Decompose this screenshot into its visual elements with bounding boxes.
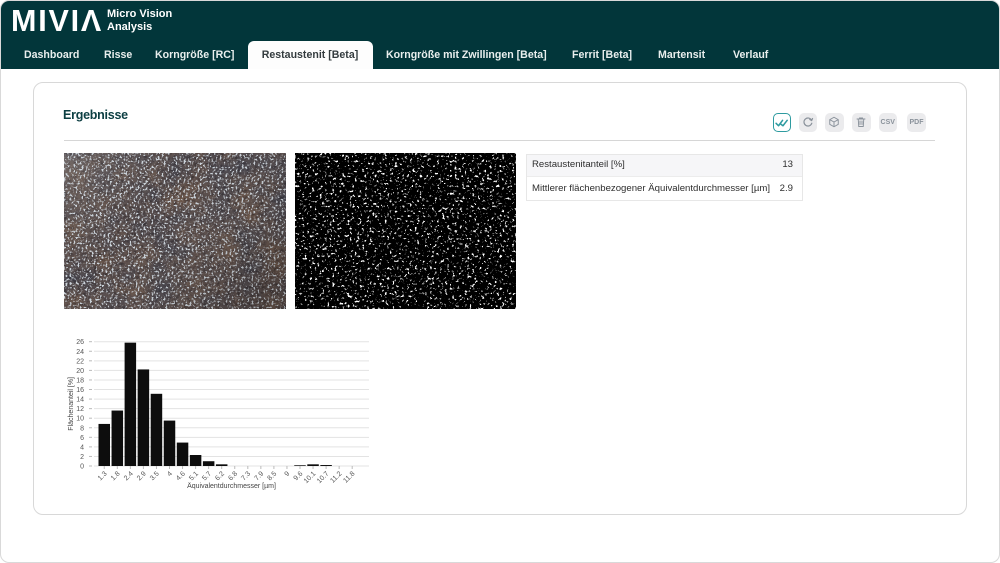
svg-text:6.8: 6.8 (227, 470, 239, 482)
svg-text:7.9: 7.9 (253, 470, 265, 482)
svg-text:22: 22 (76, 358, 84, 365)
svg-text:6.2: 6.2 (214, 470, 226, 482)
svg-text:1.8: 1.8 (110, 470, 122, 482)
svg-text:4.6: 4.6 (175, 470, 187, 482)
svg-text:4: 4 (166, 470, 174, 478)
svg-text:10: 10 (76, 416, 84, 423)
svg-text:11.2: 11.2 (329, 470, 343, 484)
svg-text:10.7: 10.7 (316, 470, 331, 485)
svg-text:14: 14 (76, 397, 84, 404)
svg-text:7.3: 7.3 (240, 470, 252, 482)
svg-text:18: 18 (76, 377, 84, 384)
svg-text:2: 2 (80, 454, 84, 461)
svg-text:2.4: 2.4 (123, 470, 135, 482)
svg-text:3.5: 3.5 (149, 470, 161, 482)
svg-text:6: 6 (80, 435, 84, 442)
svg-text:8: 8 (80, 425, 84, 432)
svg-text:9: 9 (284, 470, 292, 478)
svg-text:0: 0 (80, 464, 84, 471)
svg-text:8.5: 8.5 (266, 470, 278, 482)
svg-text:10.1: 10.1 (303, 470, 318, 485)
svg-text:16: 16 (76, 387, 84, 394)
svg-text:12: 12 (76, 406, 84, 413)
svg-text:Flächenanteil [%]: Flächenanteil [%] (68, 377, 75, 431)
svg-text:20: 20 (76, 368, 84, 375)
svg-text:24: 24 (76, 349, 84, 356)
svg-text:11.8: 11.8 (342, 470, 356, 484)
svg-text:4: 4 (80, 444, 84, 451)
svg-text:26: 26 (76, 339, 84, 346)
svg-text:2.9: 2.9 (136, 470, 148, 482)
svg-text:5.7: 5.7 (201, 470, 213, 482)
svg-text:1.3: 1.3 (97, 470, 109, 482)
svg-text:5.1: 5.1 (188, 470, 200, 482)
svg-text:Äquivalentdurchmesser [µm]: Äquivalentdurchmesser [µm] (187, 482, 276, 490)
